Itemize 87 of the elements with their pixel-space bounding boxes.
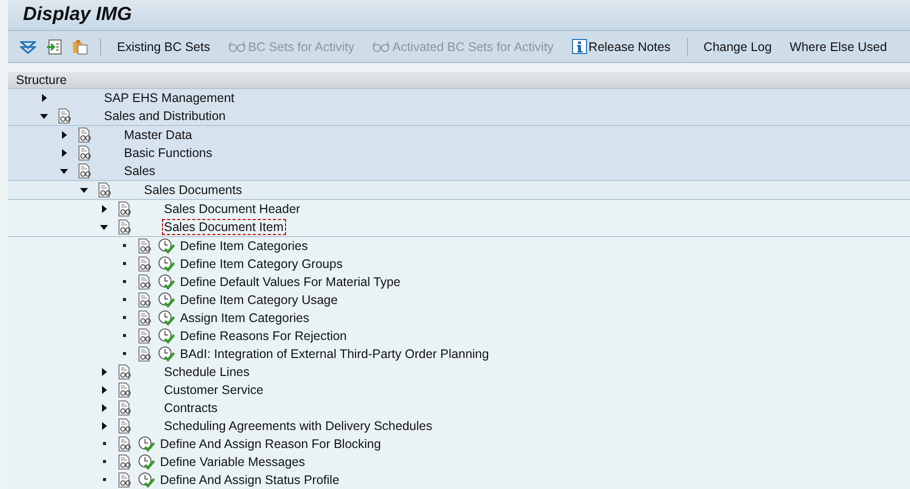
clock-check-icon[interactable]: [158, 292, 175, 308]
clock-check-icon[interactable]: [158, 238, 175, 254]
clock-check-icon[interactable]: [158, 274, 175, 290]
bullet-icon: [102, 478, 106, 482]
node-label[interactable]: Master Data: [122, 126, 194, 143]
expand-arrow-icon[interactable]: [100, 386, 108, 394]
collapse-arrow-icon[interactable]: [80, 186, 88, 194]
document-glasses-icon[interactable]: [118, 418, 132, 434]
toolbar-button[interactable]: Release Notes: [566, 36, 677, 58]
document-glasses-icon[interactable]: [118, 200, 132, 217]
document-glasses-icon[interactable]: [138, 292, 152, 308]
collapse-arrow-icon[interactable]: [40, 112, 48, 120]
node-label[interactable]: Basic Functions: [122, 144, 214, 161]
bullet-icon: [122, 298, 126, 302]
node-label[interactable]: Sales Document Header: [162, 200, 302, 217]
activity-label[interactable]: BAdI: Integration of External Third-Party Order Planning: [178, 346, 491, 362]
bullet-icon: [122, 262, 126, 266]
collapse-arrow-icon[interactable]: [60, 166, 68, 175]
bullet-icon: [122, 280, 126, 284]
activity-label[interactable]: Define And Assign Status Profile: [158, 472, 342, 488]
collapse-arrow-icon[interactable]: [100, 222, 108, 231]
expand-arrow-icon[interactable]: [60, 148, 68, 157]
expand-arrow-icon[interactable]: [100, 368, 108, 376]
glasses-icon: [228, 40, 246, 53]
glasses-icon: [372, 40, 390, 53]
activity-label[interactable]: Define Default Values For Material Type: [178, 274, 402, 290]
activity-label[interactable]: Define And Assign Reason For Blocking: [158, 436, 383, 452]
clock-check-icon[interactable]: [158, 256, 175, 272]
node-label[interactable]: Schedule Lines: [162, 364, 252, 380]
bullet-icon: [102, 442, 106, 446]
clock-check-icon[interactable]: [158, 310, 175, 326]
clock-check-icon[interactable]: [158, 346, 175, 362]
expand-arrow-icon[interactable]: [60, 130, 68, 139]
node-label[interactable]: Sales and Distribution: [102, 108, 228, 124]
document-glasses-icon[interactable]: [138, 328, 152, 344]
expand-arrow-icon[interactable]: [100, 422, 108, 430]
document-glasses-icon[interactable]: [118, 454, 132, 470]
window-title: Display IMG: [23, 4, 132, 26]
document-glasses-icon[interactable]: [58, 108, 72, 124]
bullet-icon: [122, 244, 126, 248]
document-glasses-icon[interactable]: [78, 162, 92, 179]
activity-label[interactable]: Define Item Category Groups: [178, 256, 345, 272]
export-icon: [46, 38, 62, 55]
expand-arrow-icon[interactable]: [100, 204, 108, 213]
expand-arrow-icon[interactable]: [40, 94, 48, 102]
document-glasses-icon[interactable]: [118, 472, 132, 488]
bullet-icon: [122, 352, 126, 356]
bullet-icon: [122, 334, 126, 338]
node-label[interactable]: Scheduling Agreements with Delivery Schedules: [162, 418, 434, 434]
document-glasses-icon[interactable]: [78, 126, 92, 143]
activity-label[interactable]: Assign Item Categories: [178, 310, 312, 326]
document-glasses-icon[interactable]: [98, 182, 112, 198]
toolbar-button[interactable]: Change Log: [698, 36, 778, 58]
paste-icon: [72, 38, 88, 55]
bullet-icon: [122, 316, 126, 320]
toolbar-button[interactable]: Existing BC Sets: [111, 36, 216, 58]
structure-header: Structure: [8, 72, 910, 89]
node-label[interactable]: Sales: [122, 162, 158, 179]
document-glasses-icon[interactable]: [138, 274, 152, 290]
document-glasses-icon[interactable]: [138, 310, 152, 326]
node-label[interactable]: Contracts: [162, 400, 220, 416]
expand-arrow-icon[interactable]: [100, 404, 108, 412]
clock-check-icon[interactable]: [138, 436, 155, 452]
document-glasses-icon[interactable]: [138, 256, 152, 272]
document-glasses-icon[interactable]: [118, 400, 132, 416]
document-glasses-icon[interactable]: [118, 218, 132, 235]
node-label[interactable]: Customer Service: [162, 382, 266, 398]
expand-all-icon: [20, 38, 36, 55]
document-glasses-icon[interactable]: [138, 238, 152, 254]
info-icon: [572, 39, 587, 54]
node-label[interactable]: Sales Document Item: [162, 218, 286, 235]
activity-label[interactable]: Define Item Category Usage: [178, 292, 340, 308]
activity-label[interactable]: Define Item Categories: [178, 238, 310, 254]
toolbar-button[interactable]: Where Else Used: [784, 36, 893, 58]
activity-label[interactable]: Define Variable Messages: [158, 454, 307, 470]
node-label[interactable]: SAP EHS Management: [102, 90, 236, 106]
document-glasses-icon[interactable]: [78, 144, 92, 161]
document-glasses-icon[interactable]: [118, 364, 132, 380]
bullet-icon: [102, 460, 106, 464]
document-glasses-icon[interactable]: [118, 436, 132, 452]
clock-check-icon[interactable]: [138, 472, 155, 488]
document-glasses-icon[interactable]: [118, 382, 132, 398]
clock-check-icon[interactable]: [138, 454, 155, 470]
activity-label[interactable]: Define Reasons For Rejection: [178, 328, 349, 344]
clock-check-icon[interactable]: [158, 328, 175, 344]
node-label[interactable]: Sales Documents: [142, 182, 244, 198]
document-glasses-icon[interactable]: [138, 346, 152, 362]
